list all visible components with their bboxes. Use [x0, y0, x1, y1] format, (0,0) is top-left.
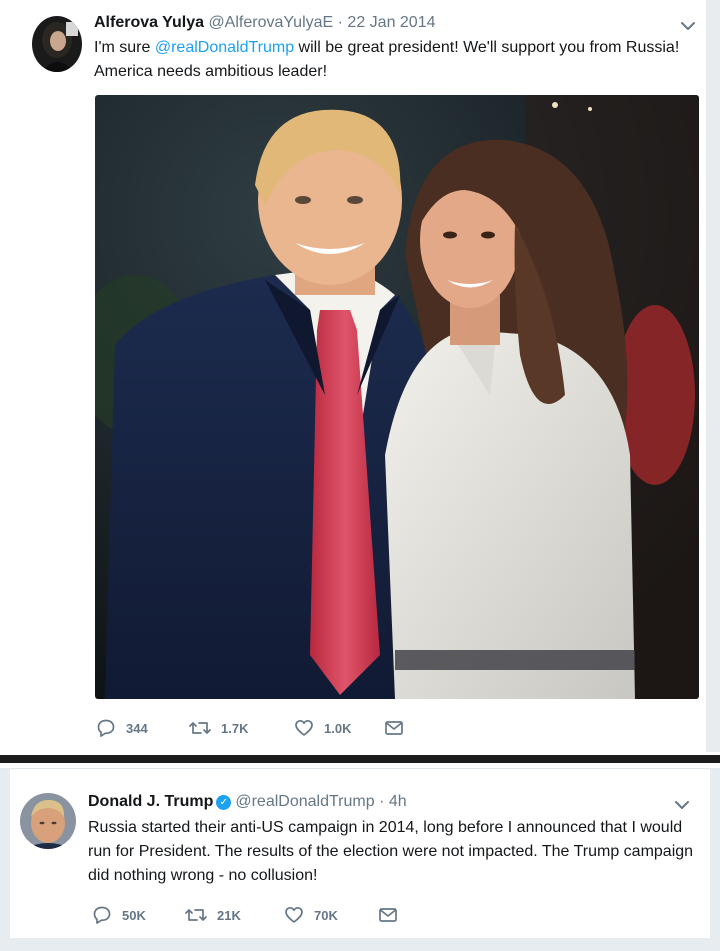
separator-dot: ·	[379, 793, 385, 810]
retweet-count: 21K	[217, 907, 241, 923]
avatar-trump[interactable]	[20, 793, 76, 849]
tweet-date[interactable]: 22 Jan 2014	[347, 14, 435, 31]
direct-message-button[interactable]	[378, 905, 408, 925]
reply-button[interactable]: 344	[96, 718, 189, 738]
chevron-down-icon[interactable]	[678, 16, 698, 36]
retweet-icon	[189, 722, 211, 734]
avatar-alferova[interactable]	[32, 16, 82, 72]
reply-icon	[97, 719, 115, 737]
tweet-actions: 50K 21K 70K	[92, 905, 408, 925]
tweet-text: I'm sure @realDonaldTrump will be great …	[94, 36, 684, 84]
tweet-text-start: I'm sure	[94, 39, 155, 56]
retweet-count: 1.7K	[221, 720, 249, 736]
envelope-icon	[385, 721, 403, 735]
author-handle[interactable]: @AlferovaYulyaE	[208, 14, 333, 31]
direct-message-button[interactable]	[384, 718, 414, 738]
author-name[interactable]: Alferova Yulya	[94, 14, 204, 31]
like-button[interactable]: 70K	[284, 905, 378, 925]
tweet-time[interactable]: 4h	[389, 793, 407, 810]
screenshot-divider	[0, 752, 720, 768]
tweet-text: Russia started their anti-US campaign in…	[88, 819, 694, 884]
separator-dot: ·	[337, 14, 343, 31]
author-handle[interactable]: @realDonaldTrump	[235, 793, 374, 810]
mention-link[interactable]: @realDonaldTrump	[155, 39, 294, 56]
reply-count: 50K	[122, 907, 146, 923]
like-button[interactable]: 1.0K	[294, 718, 384, 738]
reply-count: 344	[126, 720, 148, 736]
tweet-photo[interactable]	[95, 95, 699, 699]
retweet-button[interactable]: 1.7K	[189, 718, 294, 738]
retweet-button[interactable]: 21K	[185, 905, 284, 925]
verified-badge-icon: ✓	[216, 795, 232, 810]
reply-icon	[93, 906, 111, 924]
tweet-card-alferova[interactable]: Alferova Yulya @AlferovaYulyaE · 22 Jan …	[0, 0, 720, 752]
like-count: 1.0K	[324, 720, 352, 736]
tweet-card-trump[interactable]: Donald J. Trump ✓ @realDonaldTrump · 4h Ru…	[0, 768, 720, 938]
chevron-down-icon[interactable]	[672, 795, 692, 815]
like-count: 70K	[314, 907, 338, 923]
heart-icon	[285, 906, 303, 923]
author-name[interactable]: Donald J. Trump	[88, 793, 213, 810]
heart-icon	[295, 719, 313, 736]
tweet-actions: 344 1.7K 1.0K	[96, 718, 414, 738]
envelope-icon	[379, 908, 397, 922]
retweet-icon	[185, 909, 207, 921]
retweet-context	[60, 0, 260, 6]
reply-button[interactable]: 50K	[92, 905, 185, 925]
